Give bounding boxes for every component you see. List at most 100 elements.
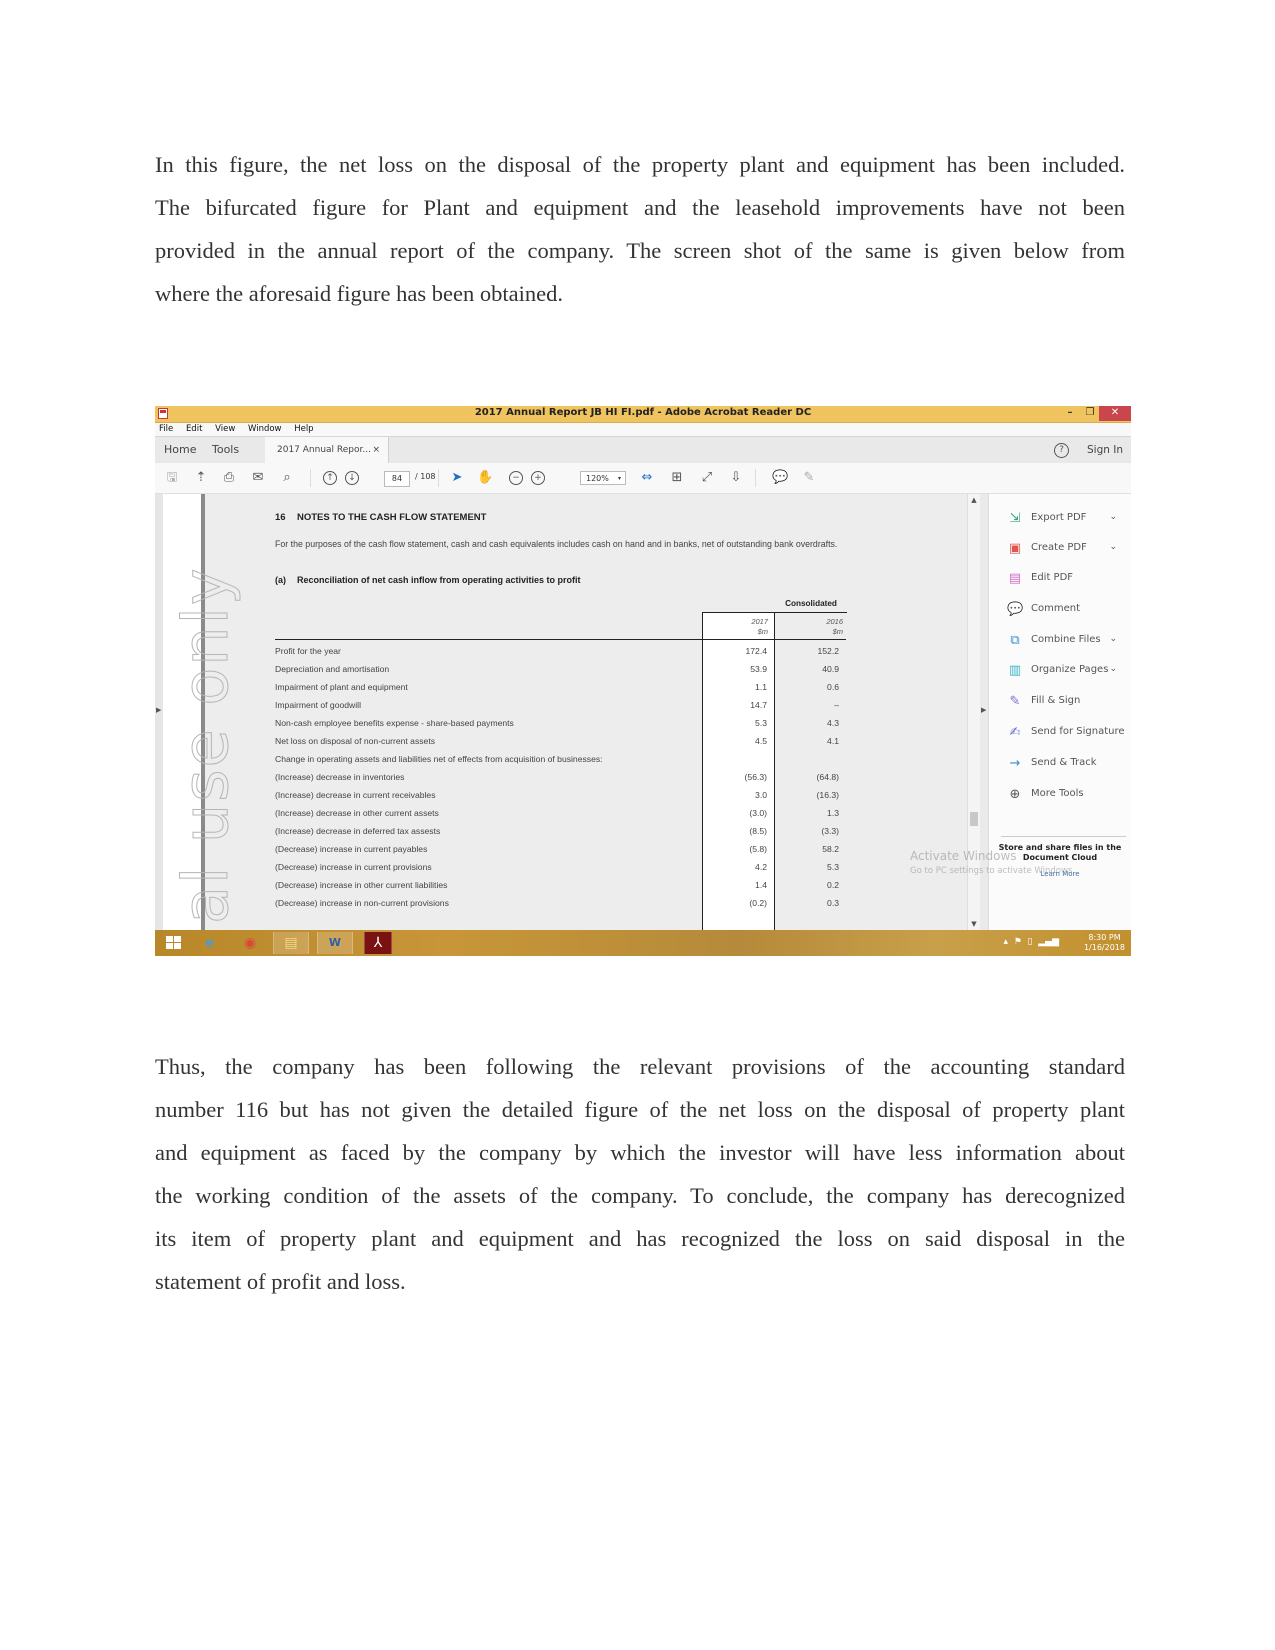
paragraph-line: number 116 but has not given the detaile…: [155, 1097, 1125, 1122]
tool-fill-sign[interactable]: ✎ Fill & Sign: [989, 691, 1131, 713]
column-unit: $m: [832, 627, 843, 636]
network-signal-icon[interactable]: ▂▄▆: [1038, 937, 1059, 947]
zoom-select[interactable]: 120% ▾: [580, 471, 626, 485]
windows-start-icon[interactable]: [166, 936, 182, 950]
menu-window[interactable]: Window: [248, 423, 282, 436]
scroll-mode-icon[interactable]: ⇩: [728, 470, 744, 486]
zoom-in-icon[interactable]: +: [531, 471, 545, 485]
note-heading: 16 NOTES TO THE CASH FLOW STATEMENT: [275, 512, 486, 523]
help-icon[interactable]: ?: [1054, 443, 1069, 458]
scroll-up-icon[interactable]: ▲: [968, 496, 980, 504]
highlight-pen-icon[interactable]: ✎: [801, 470, 817, 486]
sign-in-button[interactable]: Sign In: [1087, 444, 1123, 456]
upload-cloud-icon[interactable]: ⇡: [193, 470, 209, 486]
tab-document[interactable]: 2017 Annual Repor... ×: [265, 437, 389, 463]
search-icon[interactable]: ⌕: [279, 470, 295, 486]
row-label: Profit for the year: [275, 646, 341, 656]
menu-file[interactable]: File: [159, 423, 173, 436]
save-icon[interactable]: 🖫: [164, 470, 180, 486]
fit-width-icon[interactable]: ⇔: [639, 470, 655, 486]
tool-label: Send & Track: [1031, 757, 1097, 768]
chevron-down-icon[interactable]: ⌄: [1109, 542, 1117, 552]
chevron-down-icon[interactable]: ⌄: [1109, 512, 1117, 522]
column-year: 2017: [751, 617, 768, 626]
chrome-icon[interactable]: ◉: [233, 932, 267, 954]
tab-tools[interactable]: Tools: [212, 443, 239, 456]
collapse-right-panel-icon[interactable]: ▶: [981, 706, 986, 714]
value-2016: 152.2: [817, 646, 839, 656]
table-row: Net loss on disposal of non-current asse…: [275, 732, 875, 750]
tool-comment[interactable]: 💬 Comment: [989, 599, 1131, 621]
export-pdf-icon: ⇲: [1009, 511, 1021, 526]
paragraph-line: The bifurcated figure for Plant and equi…: [155, 195, 1125, 220]
tool-label: Export PDF: [1031, 512, 1087, 523]
tool-create-pdf[interactable]: ▣ Create PDF ⌄: [989, 538, 1131, 560]
row-label: (Increase) decrease in deferred tax asse…: [275, 826, 441, 836]
full-screen-icon[interactable]: ⤢: [699, 470, 715, 486]
send-track-icon: →: [1009, 756, 1021, 771]
print-icon[interactable]: ⎙: [221, 470, 237, 486]
left-panel-gutter[interactable]: ▶: [155, 494, 163, 930]
word-icon[interactable]: W: [317, 932, 353, 954]
internet-explorer-icon[interactable]: e: [193, 932, 227, 954]
action-center-flag-icon[interactable]: ⚑: [1014, 937, 1022, 947]
email-icon[interactable]: ✉: [250, 470, 266, 486]
row-label: Net loss on disposal of non-current asse…: [275, 736, 436, 746]
menu-view[interactable]: View: [215, 423, 235, 436]
battery-icon[interactable]: ▯: [1028, 937, 1033, 947]
tools-pane: Store and share files in the Document Cl…: [989, 494, 1131, 930]
clock-time: 8:30 PM: [1088, 933, 1121, 942]
right-panel-gutter[interactable]: ▶: [980, 494, 989, 930]
table-header-rule: [275, 639, 846, 640]
tab-document-label: 2017 Annual Repor...: [277, 445, 371, 455]
paragraph-line: where the aforesaid figure has been obta…: [155, 281, 563, 306]
tool-label: Fill & Sign: [1031, 695, 1081, 706]
tray-expand-icon[interactable]: ▴: [1003, 937, 1008, 947]
scrollbar-thumb[interactable]: [970, 812, 978, 826]
chevron-down-icon[interactable]: ⌄: [1109, 634, 1117, 644]
value-2017: 5.3: [755, 718, 767, 728]
close-tab-icon[interactable]: ×: [372, 437, 380, 463]
previous-page-icon[interactable]: ↑: [323, 471, 337, 485]
document-viewer[interactable]: ▶ al use only 16 NOTES TO THE CASH FLOW S…: [155, 494, 967, 930]
paragraph-line: its item of property plant and equipment…: [155, 1226, 1125, 1251]
menu-help[interactable]: Help: [294, 423, 313, 436]
page-number-input[interactable]: 84: [384, 471, 410, 487]
row-label: (Decrease) increase in non-current provi…: [275, 898, 449, 908]
value-2016: (3.3): [821, 826, 839, 836]
tool-more-tools[interactable]: ⊕ More Tools: [989, 784, 1131, 806]
expand-left-panel-icon[interactable]: ▶: [156, 706, 161, 714]
tool-send-track[interactable]: → Send & Track: [989, 753, 1131, 775]
tool-send-for-signature[interactable]: ✍ Send for Signature: [989, 722, 1131, 744]
tool-edit-pdf[interactable]: ▤ Edit PDF: [989, 568, 1131, 590]
chevron-down-icon[interactable]: ⌄: [1109, 664, 1117, 674]
comment-tool-icon[interactable]: 💬: [772, 470, 788, 486]
next-page-icon[interactable]: ↓: [345, 471, 359, 485]
acrobat-taskbar-icon[interactable]: ⅄: [364, 932, 392, 954]
hand-tool-icon[interactable]: ✋: [477, 470, 493, 486]
tab-home[interactable]: Home: [164, 443, 196, 456]
table-row: Depreciation and amortisation 53.9 40.9: [275, 660, 875, 678]
value-2016: 0.6: [827, 682, 839, 692]
file-explorer-icon[interactable]: ▤: [273, 932, 309, 954]
edit-pdf-icon: ▤: [1008, 571, 1022, 586]
close-button[interactable]: ✕: [1099, 406, 1131, 421]
menu-edit[interactable]: Edit: [186, 423, 202, 436]
vertical-scrollbar[interactable]: ▲ ▼: [967, 494, 980, 930]
scroll-down-icon[interactable]: ▼: [968, 920, 980, 928]
tool-organize-pages[interactable]: ▥ Organize Pages ⌄: [989, 660, 1131, 682]
select-cursor-icon[interactable]: ➤: [449, 470, 465, 486]
column-header-2016: 2016 $m: [795, 617, 843, 637]
table-row: (Decrease) increase in current provision…: [275, 858, 875, 876]
zoom-out-icon[interactable]: −: [509, 471, 523, 485]
tool-export-pdf[interactable]: ⇲ Export PDF ⌄: [989, 508, 1131, 530]
taskbar-clock[interactable]: 8:30 PM 1/16/2018: [1084, 933, 1125, 953]
fit-page-icon[interactable]: ⊞: [669, 470, 685, 486]
more-tools-icon: ⊕: [1009, 787, 1021, 802]
system-tray[interactable]: ▴ ⚑ ▯ ▂▄▆: [1003, 937, 1059, 947]
menu-bar: File Edit View Window Help: [155, 423, 1131, 436]
minimize-button[interactable]: –: [1061, 406, 1079, 421]
value-2017: (56.3): [744, 772, 767, 782]
tool-combine-files[interactable]: ⧉ Combine Files ⌄: [989, 630, 1131, 652]
maximize-button[interactable]: ❐: [1081, 406, 1099, 421]
